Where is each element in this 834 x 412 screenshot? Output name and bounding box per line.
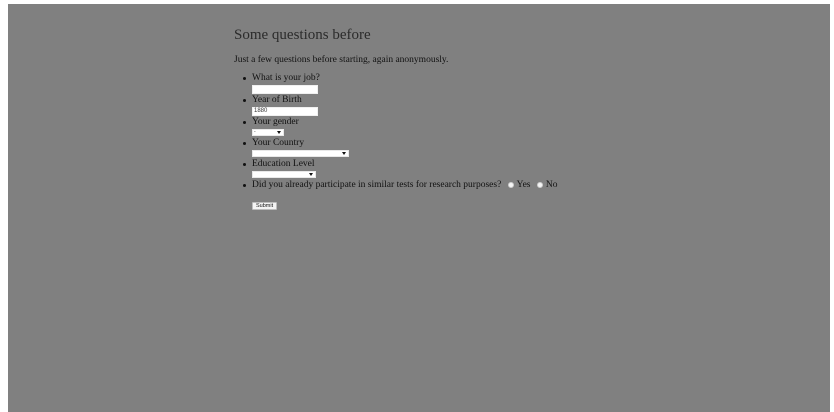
- yes-radio[interactable]: [507, 181, 514, 188]
- job-label: What is your job?: [252, 73, 320, 83]
- question-education: Education Level: [234, 158, 558, 178]
- gender-select-value: -: [254, 129, 256, 135]
- country-label: Your Country: [252, 138, 305, 148]
- question-list: What is your job? Year of Birth 1880 You…: [234, 72, 558, 191]
- birth-year-input[interactable]: 1880: [252, 107, 318, 116]
- chevron-down-icon: [277, 131, 281, 134]
- submit-button[interactable]: Submit: [252, 202, 278, 210]
- question-participation: Did you already participate in similar t…: [234, 179, 558, 191]
- page-viewport: Some questions before Just a few questio…: [8, 4, 830, 412]
- question-job: What is your job?: [234, 72, 558, 94]
- participation-label: Did you already participate in similar t…: [252, 180, 502, 190]
- yes-radio-label: Yes: [516, 180, 531, 190]
- education-select[interactable]: [252, 171, 316, 178]
- gender-label: Your gender: [252, 117, 299, 127]
- education-label: Education Level: [252, 159, 315, 169]
- intro-text: Just a few questions before starting, ag…: [234, 55, 449, 65]
- question-gender: Your gender -: [234, 116, 558, 136]
- question-country: Your Country: [234, 137, 558, 157]
- country-select[interactable]: [252, 150, 349, 157]
- job-input[interactable]: [252, 85, 318, 94]
- question-birth-year: Year of Birth 1880: [234, 94, 558, 116]
- submit-row: Submit: [234, 194, 278, 212]
- no-radio-label: No: [545, 180, 558, 190]
- birth-year-label: Year of Birth: [252, 95, 302, 105]
- chevron-down-icon: [342, 152, 346, 155]
- page-title: Some questions before: [234, 27, 371, 43]
- gender-select[interactable]: -: [252, 129, 284, 136]
- chevron-down-icon: [309, 173, 313, 176]
- no-radio[interactable]: [536, 181, 543, 188]
